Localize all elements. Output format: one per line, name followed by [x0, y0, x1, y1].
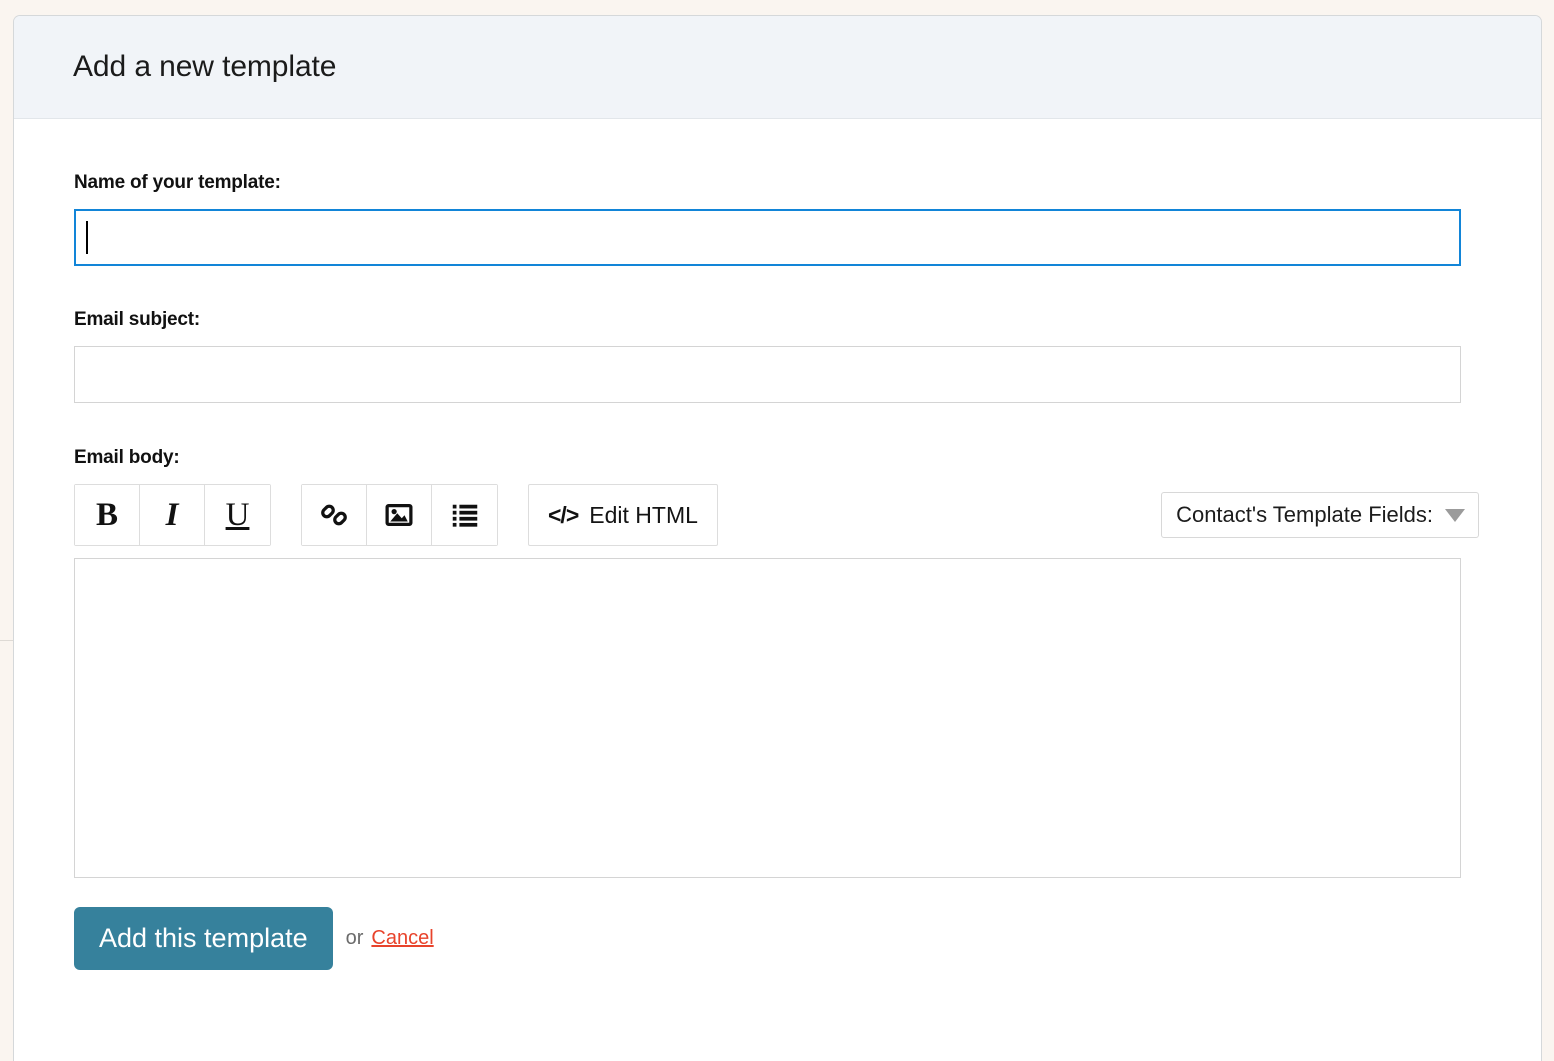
template-name-input[interactable]	[74, 209, 1461, 266]
background-divider	[0, 640, 13, 641]
bold-button[interactable]: B	[75, 485, 140, 545]
add-template-panel: Add a new template Name of your template…	[13, 15, 1542, 1061]
panel-header: Add a new template	[14, 16, 1541, 119]
image-icon	[384, 500, 414, 530]
body-field-label: Email body:	[74, 447, 180, 468]
form-actions: Add this template or Cancel	[74, 907, 1481, 970]
italic-icon: I	[165, 496, 179, 533]
name-field-label: Name of your template:	[74, 172, 281, 193]
underline-icon: U	[225, 496, 250, 533]
underline-button[interactable]: U	[205, 485, 270, 545]
bulleted-list-button[interactable]	[432, 485, 497, 545]
text-caret	[86, 221, 88, 254]
email-subject-input[interactable]	[74, 346, 1461, 403]
subject-field-block: Email subject:	[74, 309, 1481, 403]
italic-button[interactable]: I	[140, 485, 205, 545]
template-fields-label: Contact's Template Fields:	[1176, 502, 1433, 527]
body-field-block: Email body: B I U </> Edit HTML Contact'…	[74, 447, 1481, 878]
insert-image-button[interactable]	[367, 485, 432, 545]
insert-link-button[interactable]	[302, 485, 367, 545]
edit-html-label: Edit HTML	[589, 501, 698, 528]
add-template-button[interactable]: Add this template	[74, 907, 333, 970]
template-fields-dropdown[interactable]: Contact's Template Fields:	[1161, 492, 1479, 538]
page-title: Add a new template	[73, 50, 337, 83]
chevron-down-icon	[1445, 508, 1465, 522]
panel-body: Name of your template: Email subject: Em…	[14, 119, 1541, 970]
insert-button-group	[301, 484, 498, 546]
cancel-link[interactable]: Cancel	[371, 927, 433, 950]
link-icon	[319, 500, 349, 530]
name-input-wrap	[74, 209, 1481, 266]
editor-toolbar: B I U </> Edit HTML Contact's Template F…	[74, 484, 1481, 546]
edit-html-button[interactable]: </> Edit HTML	[528, 484, 718, 546]
bold-icon: B	[95, 496, 118, 533]
text-style-button-group: B I U	[74, 484, 271, 546]
subject-field-label: Email subject:	[74, 309, 201, 330]
bulleted-list-icon	[451, 501, 479, 529]
name-field-block: Name of your template:	[74, 172, 1481, 266]
or-label: or	[345, 927, 364, 949]
code-icon: </>	[548, 501, 579, 528]
email-body-textarea[interactable]	[74, 558, 1461, 878]
